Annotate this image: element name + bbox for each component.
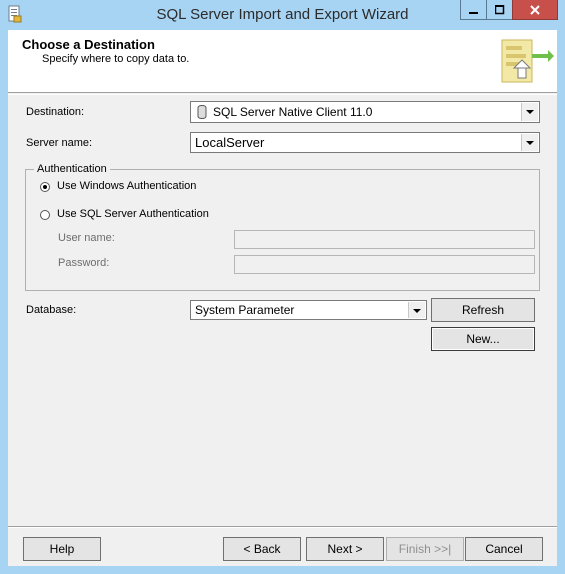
destination-label: Destination: [26,106,85,118]
page-header: Choose a Destination Specify where to co… [8,30,557,93]
footer-separator-highlight [8,527,557,528]
maximize-button[interactable] [486,0,513,20]
minimize-icon [468,11,478,14]
refresh-button[interactable]: Refresh [431,298,535,322]
page-title: Choose a Destination [22,37,155,52]
database-value: System Parameter [195,303,295,317]
window-border-left [0,30,8,574]
server-name-label: Server name: [26,137,93,149]
username-input[interactable] [234,230,535,249]
close-icon [530,4,540,15]
database-icon [197,105,207,119]
close-button[interactable] [512,0,558,20]
sql-auth-label[interactable]: Use SQL Server Authentication [57,208,209,220]
windows-auth-label[interactable]: Use Windows Authentication [57,180,196,192]
window-border-bottom [0,566,565,574]
back-button[interactable]: < Back [223,537,301,561]
page-subtitle: Specify where to copy data to. [42,53,190,65]
help-button[interactable]: Help [23,537,101,561]
wizard-banner-icon [501,39,554,83]
sql-auth-radio[interactable] [40,210,50,220]
wizard-window: SQL Server Import and Export Wizard Choo… [0,0,565,574]
authentication-group-label: Authentication [34,163,110,175]
next-button[interactable]: Next > [306,537,384,561]
destination-value: SQL Server Native Client 11.0 [213,105,373,119]
username-label: User name: [58,232,115,244]
minimize-button[interactable] [460,0,487,20]
server-dropdown-button[interactable] [521,134,538,151]
destination-dropdown-button[interactable] [521,103,538,121]
cancel-button[interactable]: Cancel [465,537,543,561]
chevron-down-icon [413,309,421,313]
password-label: Password: [58,257,110,269]
new-database-button[interactable]: New... [431,327,535,351]
password-input[interactable] [234,255,535,274]
windows-auth-radio[interactable] [40,182,50,192]
chevron-down-icon [526,141,534,145]
server-name-combo[interactable]: LocalServer [190,132,540,153]
maximize-icon [494,4,504,14]
window-border-right [557,30,565,574]
database-combo[interactable]: System Parameter [190,300,427,320]
database-dropdown-button[interactable] [408,302,425,318]
header-separator [8,94,557,95]
chevron-down-icon [526,110,534,114]
title-bar[interactable]: SQL Server Import and Export Wizard [0,0,565,30]
destination-combo[interactable]: SQL Server Native Client 11.0 [190,101,540,123]
wizard-client-area: Choose a Destination Specify where to co… [8,30,557,566]
server-name-value: LocalServer [195,135,265,150]
finish-button[interactable]: Finish >>| [386,537,464,561]
database-label: Database: [26,304,77,316]
